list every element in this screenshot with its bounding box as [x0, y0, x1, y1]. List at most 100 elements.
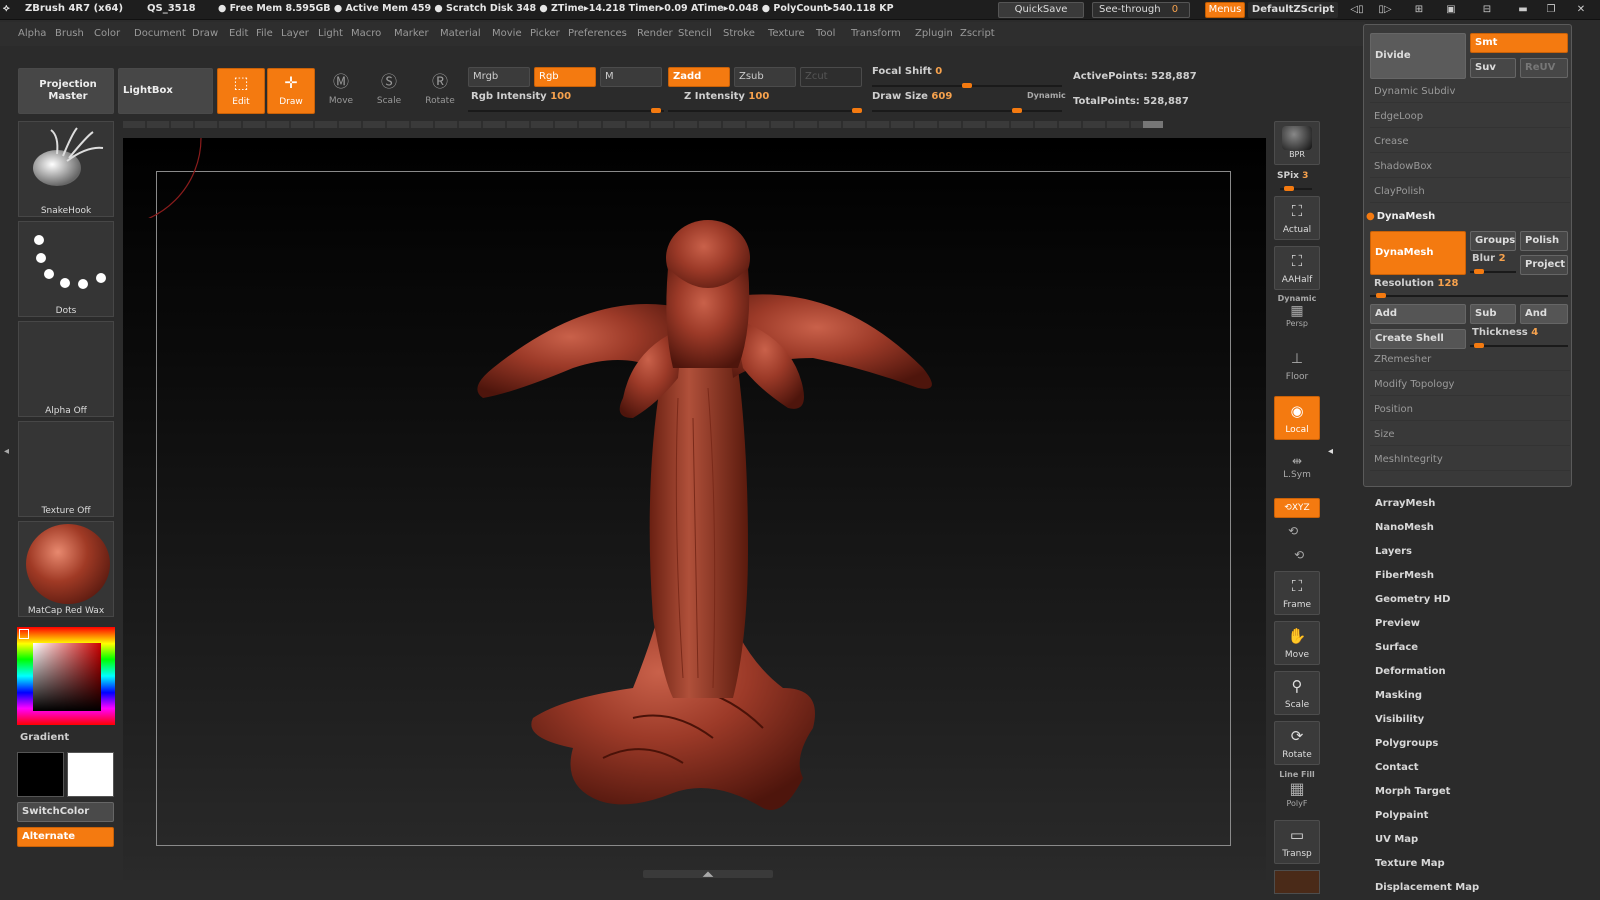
subpalette-surface[interactable]: Surface	[1375, 642, 1418, 653]
ghost-button[interactable]	[1274, 870, 1320, 894]
resolution-knob[interactable]	[1376, 293, 1386, 298]
edgeloop-item[interactable]: EdgeLoop	[1370, 106, 1570, 128]
rotate-view-button[interactable]: ⟳ Rotate	[1274, 721, 1320, 765]
aahalf-button[interactable]: ⛶ AAHalf	[1274, 246, 1320, 290]
rgb-intensity-knob[interactable]	[651, 108, 661, 113]
subpalette-masking[interactable]: Masking	[1375, 690, 1422, 701]
menu-color[interactable]: Color	[94, 28, 120, 39]
maximize-icon[interactable]: ❐	[1540, 3, 1562, 17]
default-zscript-button[interactable]: DefaultZScript	[1248, 2, 1338, 18]
bpr-button[interactable]: BPR	[1274, 121, 1320, 165]
subpalette-preview[interactable]: Preview	[1375, 618, 1420, 629]
subpalette-polygroups[interactable]: Polygroups	[1375, 738, 1438, 749]
subpalette-deformation[interactable]: Deformation	[1375, 666, 1446, 677]
menu-picker[interactable]: Picker	[530, 28, 560, 39]
z-intensity-label[interactable]: Z Intensity 100	[684, 91, 769, 102]
subpalette-fibermesh[interactable]: FiberMesh	[1375, 570, 1434, 581]
m-button[interactable]: M	[600, 67, 662, 87]
polish-button[interactable]: Polish	[1520, 231, 1568, 251]
menu-marker[interactable]: Marker	[394, 28, 429, 39]
shadowbox-item[interactable]: ShadowBox	[1370, 156, 1570, 178]
gradient-label[interactable]: Gradient	[20, 732, 69, 743]
menu-zplugin[interactable]: Zplugin	[915, 28, 953, 39]
create-shell-button[interactable]: Create Shell	[1370, 329, 1466, 349]
subpalette-uv-map[interactable]: UV Map	[1375, 834, 1418, 845]
subpalette-contact[interactable]: Contact	[1375, 762, 1419, 773]
minimize-icon[interactable]: ▬	[1512, 3, 1534, 17]
edit-mode-button[interactable]: ⬚ Edit	[217, 68, 265, 114]
dynamesh-subpalette-header[interactable]: ● DynaMesh	[1366, 206, 1570, 228]
interface-icon[interactable]: ▣	[1440, 3, 1462, 17]
alternate-button[interactable]: Alternate	[17, 827, 114, 847]
resolution-control[interactable]: Resolution 128	[1374, 278, 1458, 289]
thickness-control[interactable]: Thickness 4	[1472, 327, 1538, 338]
scale-mode-button[interactable]: Ⓢ Scale	[365, 68, 413, 114]
menu-tool[interactable]: Tool	[816, 28, 835, 39]
subpalette-polypaint[interactable]: Polypaint	[1375, 810, 1428, 821]
menu-file[interactable]: File	[256, 28, 273, 39]
switchcolor-button[interactable]: SwitchColor	[17, 802, 114, 822]
xyz-button[interactable]: ⟲XYZ	[1274, 498, 1320, 518]
draw-mode-button[interactable]: ✛ Draw	[267, 68, 315, 114]
progress-strip-handle[interactable]	[1143, 121, 1163, 128]
menu-draw[interactable]: Draw	[192, 28, 218, 39]
zcut-button[interactable]: Zcut	[800, 67, 862, 87]
menu-document[interactable]: Document	[134, 28, 186, 39]
right-tray-toggle-icon[interactable]: ◂	[1328, 446, 1336, 466]
rgb-intensity-slider[interactable]	[468, 108, 664, 113]
rgb-button[interactable]: Rgb	[534, 67, 596, 87]
menu-render[interactable]: Render	[637, 28, 673, 39]
layout-icon[interactable]: ⊞	[1408, 3, 1430, 17]
divide-button[interactable]: Divide	[1370, 33, 1466, 79]
project-button[interactable]: Project	[1520, 255, 1568, 275]
move-view-button[interactable]: ✋ Move	[1274, 621, 1320, 665]
menu-zscript[interactable]: Zscript	[960, 28, 995, 39]
size-item[interactable]: Size	[1370, 424, 1570, 446]
mrgb-button[interactable]: Mrgb	[468, 67, 530, 87]
spix-control[interactable]: SPix 3	[1277, 171, 1308, 181]
spix-knob[interactable]	[1284, 186, 1294, 191]
menu-material[interactable]: Material	[440, 28, 481, 39]
spix-slider[interactable]	[1280, 186, 1312, 191]
menu-edit[interactable]: Edit	[229, 28, 248, 39]
menu-brush[interactable]: Brush	[55, 28, 84, 39]
reuv-button[interactable]: ReUV	[1520, 58, 1568, 78]
transp-button[interactable]: ▭ Transp	[1274, 820, 1320, 864]
zadd-button[interactable]: Zadd	[668, 67, 730, 87]
close-icon[interactable]: ✕	[1570, 3, 1592, 17]
stroke-slot[interactable]: Dots	[18, 221, 114, 317]
bottom-tray-toggle-icon[interactable]: ◢◣	[643, 870, 773, 878]
dynamic-subdiv-item[interactable]: Dynamic Subdiv	[1370, 81, 1570, 103]
subpalette-geometry-hd[interactable]: Geometry HD	[1375, 594, 1450, 605]
menu-alpha[interactable]: Alpha	[18, 28, 46, 39]
focal-shift-knob[interactable]	[962, 83, 972, 88]
dynamic-draw-size-toggle[interactable]: Dynamic	[1027, 91, 1066, 100]
thickness-slider[interactable]	[1470, 343, 1568, 348]
menus-button[interactable]: Menus	[1205, 2, 1245, 18]
menu-preferences[interactable]: Preferences	[568, 28, 627, 39]
z-intensity-knob[interactable]	[852, 108, 862, 113]
move-mode-button[interactable]: Ⓜ Move	[317, 68, 365, 114]
position-item[interactable]: Position	[1370, 399, 1570, 421]
menu-light[interactable]: Light	[318, 28, 343, 39]
local-button[interactable]: ◉ Local	[1274, 396, 1320, 440]
dynamesh-button[interactable]: DynaMesh	[1370, 231, 1466, 275]
see-through-slider[interactable]: See-through 0	[1092, 2, 1190, 18]
thickness-knob[interactable]	[1474, 343, 1484, 348]
material-slot[interactable]: MatCap Red Wax	[18, 521, 114, 617]
left-tray-toggle-icon[interactable]: ◂	[4, 446, 12, 466]
secondary-color-swatch[interactable]	[67, 752, 114, 797]
focal-shift-slider[interactable]	[872, 83, 1062, 88]
scale-view-button[interactable]: ⚲ Scale	[1274, 671, 1320, 715]
crease-item[interactable]: Crease	[1370, 131, 1570, 153]
subpalette-texture-map[interactable]: Texture Map	[1375, 858, 1445, 869]
draw-size-knob[interactable]	[1012, 108, 1022, 113]
subpalette-arraymesh[interactable]: ArrayMesh	[1375, 498, 1435, 509]
texture-slot[interactable]: Texture Off	[18, 421, 114, 517]
menu-macro[interactable]: Macro	[351, 28, 381, 39]
groups-button[interactable]: Groups	[1470, 231, 1516, 251]
quicksave-button[interactable]: QuickSave	[998, 2, 1084, 18]
lock-icon[interactable]: ⊟	[1476, 3, 1498, 17]
zsub-button[interactable]: Zsub	[734, 67, 796, 87]
sub-button[interactable]: Sub	[1470, 304, 1516, 324]
